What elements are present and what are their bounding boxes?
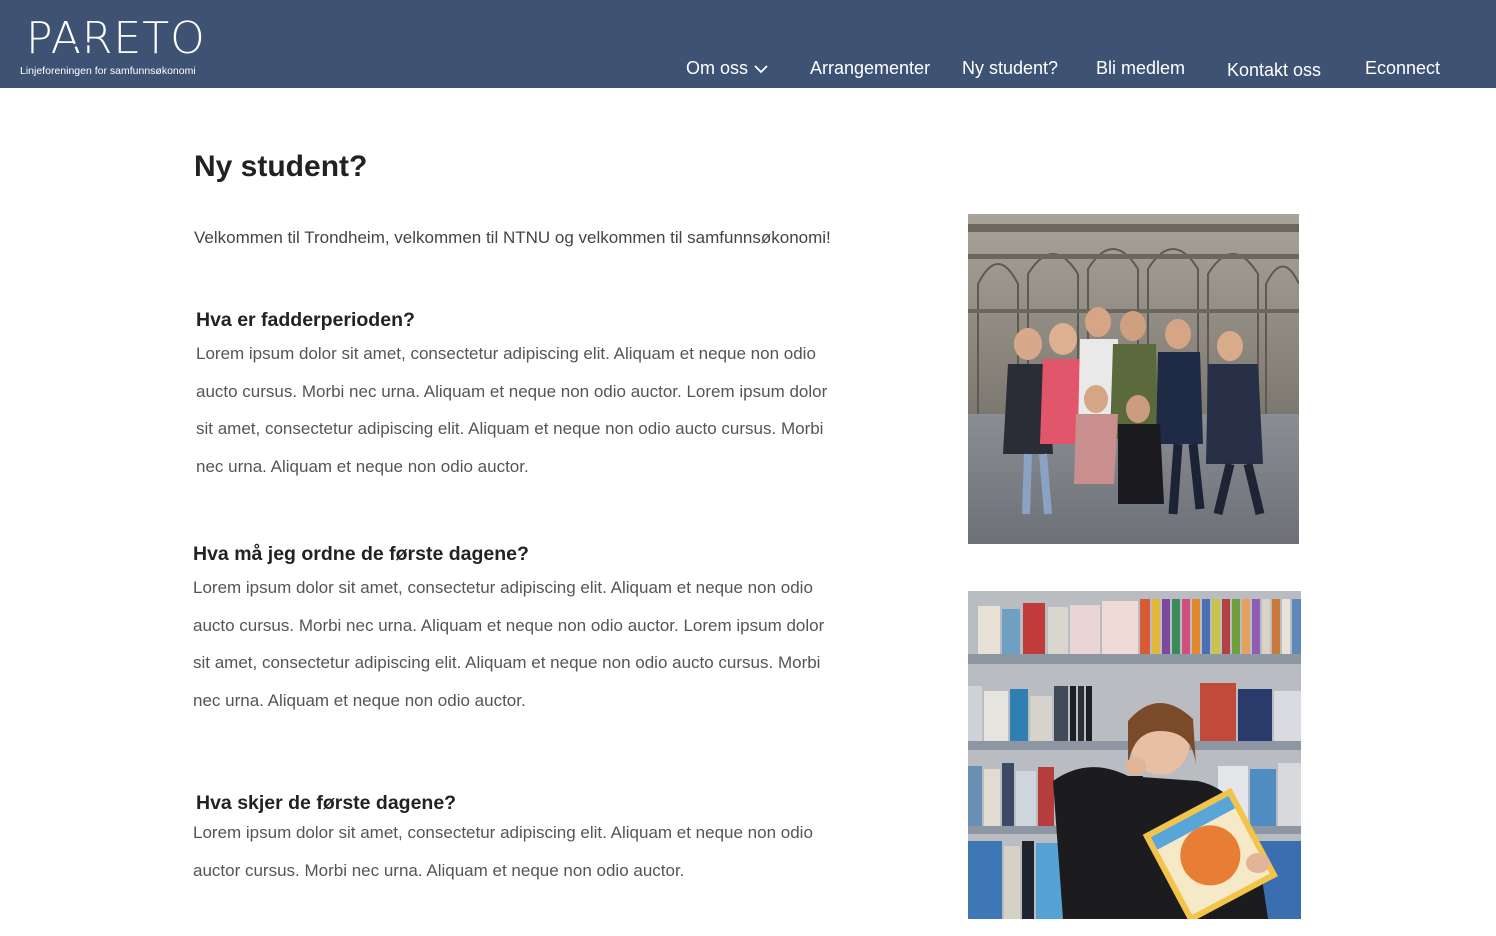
group-photo bbox=[968, 214, 1299, 544]
section-heading-fadderperioden: Hva er fadderperioden? bbox=[196, 309, 415, 331]
bookstore-photo bbox=[968, 591, 1301, 919]
nav-econnect[interactable]: Econnect bbox=[1365, 56, 1440, 80]
section-body-fadderperioden: Lorem ipsum dolor sit amet, consectetur … bbox=[196, 344, 828, 476]
nav-arrangementer[interactable]: Arrangementer bbox=[810, 56, 930, 80]
nav-om-oss[interactable]: Om oss bbox=[686, 56, 768, 80]
chevron-down-icon bbox=[754, 65, 768, 74]
navbar: PARETO Linjeforeningen for samfunnsøkono… bbox=[0, 0, 1496, 88]
section-body-skjer: Lorem ipsum dolor sit amet, consectetur … bbox=[193, 823, 813, 880]
page-title: Ny student? bbox=[194, 150, 368, 183]
logo-swoosh-icon bbox=[52, 42, 91, 60]
section-body-ordne: Lorem ipsum dolor sit amet, consectetur … bbox=[193, 578, 825, 710]
nav-ny-student[interactable]: Ny student? bbox=[962, 56, 1058, 80]
intro-text: Velkommen til Trondheim, velkommen til N… bbox=[194, 228, 831, 247]
section-heading-skjer: Hva skjer de første dagene? bbox=[196, 792, 457, 814]
nav-bli-medlem[interactable]: Bli medlem bbox=[1096, 56, 1185, 80]
logo-tagline: Linjeforeningen for samfunnsøkonomi bbox=[20, 65, 196, 77]
nav-kontakt-oss[interactable]: Kontakt oss bbox=[1227, 58, 1321, 82]
nav-om-oss-label: Om oss bbox=[686, 58, 749, 78]
section-heading-ordne: Hva må jeg ordne de første dagene? bbox=[193, 543, 529, 565]
pareto-logo[interactable]: PARETO Linjeforeningen for samfunnsøkono… bbox=[20, 14, 210, 80]
